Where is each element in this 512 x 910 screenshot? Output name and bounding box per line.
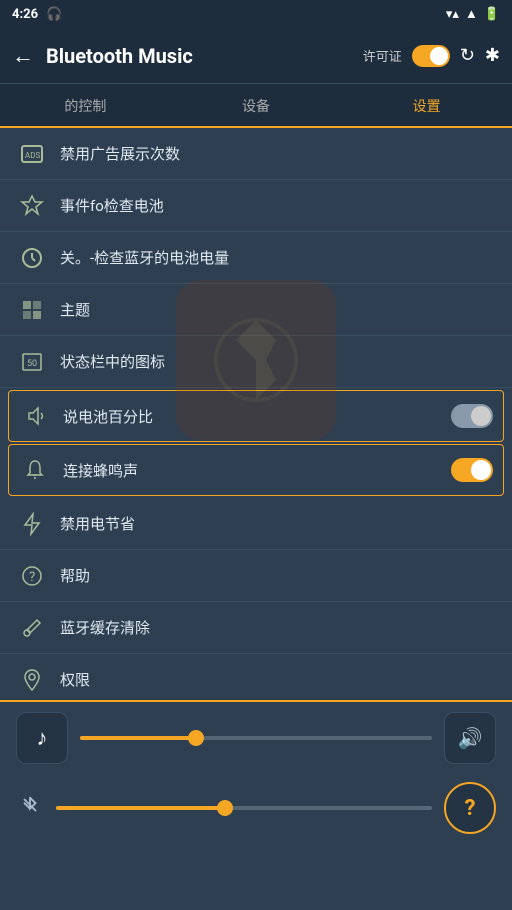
refresh-icon[interactable]: ↻ bbox=[460, 45, 475, 66]
battery-event-text: 事件fo检查电池 bbox=[60, 195, 496, 216]
status-right: ▾▴ ▲ 🔋 bbox=[446, 6, 500, 22]
toggle-on-indicator[interactable] bbox=[451, 458, 493, 482]
volume-row: ♪ 🔊 bbox=[16, 712, 496, 764]
status-time: 4:26 bbox=[12, 7, 38, 22]
back-button[interactable]: ← bbox=[12, 43, 34, 69]
clock-icon bbox=[16, 246, 48, 270]
setting-bt-cache[interactable]: 蓝牙缓存清除 bbox=[0, 602, 512, 654]
tab-controls[interactable]: 的控制 bbox=[0, 96, 171, 126]
setting-permissions[interactable]: 权限 bbox=[0, 654, 512, 706]
bt-cache-text: 蓝牙缓存清除 bbox=[60, 617, 496, 638]
volume-thumb[interactable] bbox=[188, 730, 204, 746]
setting-theme[interactable]: 主题 bbox=[0, 284, 512, 336]
statusbar-icon: 50 bbox=[16, 350, 48, 374]
svg-text:ADS: ADS bbox=[25, 151, 40, 160]
lightning-icon bbox=[16, 512, 48, 536]
bt-slider[interactable] bbox=[56, 782, 432, 834]
connect-beep-toggle[interactable] bbox=[451, 458, 493, 482]
status-icons: 🎧 bbox=[46, 7, 62, 22]
tab-devices[interactable]: 设备 bbox=[171, 96, 342, 126]
theme-text: 主题 bbox=[60, 299, 496, 320]
setting-battery-event[interactable]: 事件fo检查电池 bbox=[0, 180, 512, 232]
theme-icon bbox=[16, 298, 48, 322]
bottom-player: ♪ 🔊 ? bbox=[0, 700, 512, 910]
bt-thumb[interactable] bbox=[217, 800, 233, 816]
setting-statusbar-icons[interactable]: 50 状态栏中的图标 bbox=[0, 336, 512, 388]
bt-row: ? bbox=[16, 782, 496, 834]
bt-small-icon bbox=[16, 794, 44, 822]
wifi-icon: ▾▴ bbox=[446, 7, 459, 22]
help-circle-icon: ? bbox=[465, 796, 476, 821]
help-circle-button[interactable]: ? bbox=[444, 782, 496, 834]
permissions-text: 权限 bbox=[60, 669, 496, 690]
settings-list: ADS 禁用广告展示次数 事件fo检查电池 关。-检查蓝牙的电池电量 主题 50… bbox=[0, 128, 512, 718]
bt-fill bbox=[56, 806, 225, 810]
svg-text:50: 50 bbox=[27, 359, 37, 369]
page-title: Bluetooth Music bbox=[46, 44, 363, 68]
connect-beep-text: 连接蜂鸣声 bbox=[63, 460, 451, 481]
check-bt-battery-text: 关。-检查蓝牙的电池电量 bbox=[60, 247, 496, 268]
signal-icon: ▲ bbox=[465, 6, 478, 22]
status-bar: 4:26 🎧 ▾▴ ▲ 🔋 bbox=[0, 0, 512, 28]
say-battery-text: 说电池百分比 bbox=[63, 406, 451, 427]
setting-say-battery[interactable]: 说电池百分比 bbox=[8, 390, 504, 442]
help-text: 帮助 bbox=[60, 565, 496, 586]
volume-icon: 🔊 bbox=[458, 726, 483, 750]
setting-disable-ads[interactable]: ADS 禁用广告展示次数 bbox=[0, 128, 512, 180]
tab-bar: 的控制 设备 设置 bbox=[0, 84, 512, 128]
battery-event-icon bbox=[16, 194, 48, 218]
svg-text:?: ? bbox=[29, 570, 35, 585]
battery-icon: 🔋 bbox=[484, 7, 500, 22]
volume-slider[interactable] bbox=[80, 712, 432, 764]
bluetooth-header-icon[interactable]: ✱ bbox=[485, 45, 500, 66]
tab-settings[interactable]: 设置 bbox=[341, 96, 512, 126]
statusbar-icons-text: 状态栏中的图标 bbox=[60, 351, 496, 372]
bell-icon bbox=[19, 458, 51, 482]
ads-icon: ADS bbox=[16, 142, 48, 166]
headphone-icon: 🎧 bbox=[46, 7, 62, 22]
permission-toggle[interactable] bbox=[412, 45, 450, 67]
help-icon: ? bbox=[16, 564, 48, 588]
speaker-icon bbox=[19, 404, 51, 428]
volume-track bbox=[80, 736, 432, 740]
toggle-off-indicator[interactable] bbox=[451, 404, 493, 428]
header-actions: 许可证 ↻ ✱ bbox=[363, 45, 500, 67]
music-note-icon: ♪ bbox=[37, 725, 48, 751]
setting-disable-battery-saver[interactable]: 禁用电节省 bbox=[0, 498, 512, 550]
setting-help[interactable]: ? 帮助 bbox=[0, 550, 512, 602]
app-header: ← Bluetooth Music 许可证 ↻ ✱ bbox=[0, 28, 512, 84]
location-icon bbox=[16, 668, 48, 692]
permission-label: 许可证 bbox=[363, 46, 402, 65]
bt-track bbox=[56, 806, 432, 810]
disable-battery-saver-text: 禁用电节省 bbox=[60, 513, 496, 534]
setting-connect-beep[interactable]: 连接蜂鸣声 bbox=[8, 444, 504, 496]
volume-fill bbox=[80, 736, 196, 740]
volume-button[interactable]: 🔊 bbox=[444, 712, 496, 764]
disable-ads-text: 禁用广告展示次数 bbox=[60, 143, 496, 164]
music-note-button[interactable]: ♪ bbox=[16, 712, 68, 764]
setting-check-bt-battery[interactable]: 关。-检查蓝牙的电池电量 bbox=[0, 232, 512, 284]
wrench-icon bbox=[16, 616, 48, 640]
say-battery-toggle[interactable] bbox=[451, 404, 493, 428]
